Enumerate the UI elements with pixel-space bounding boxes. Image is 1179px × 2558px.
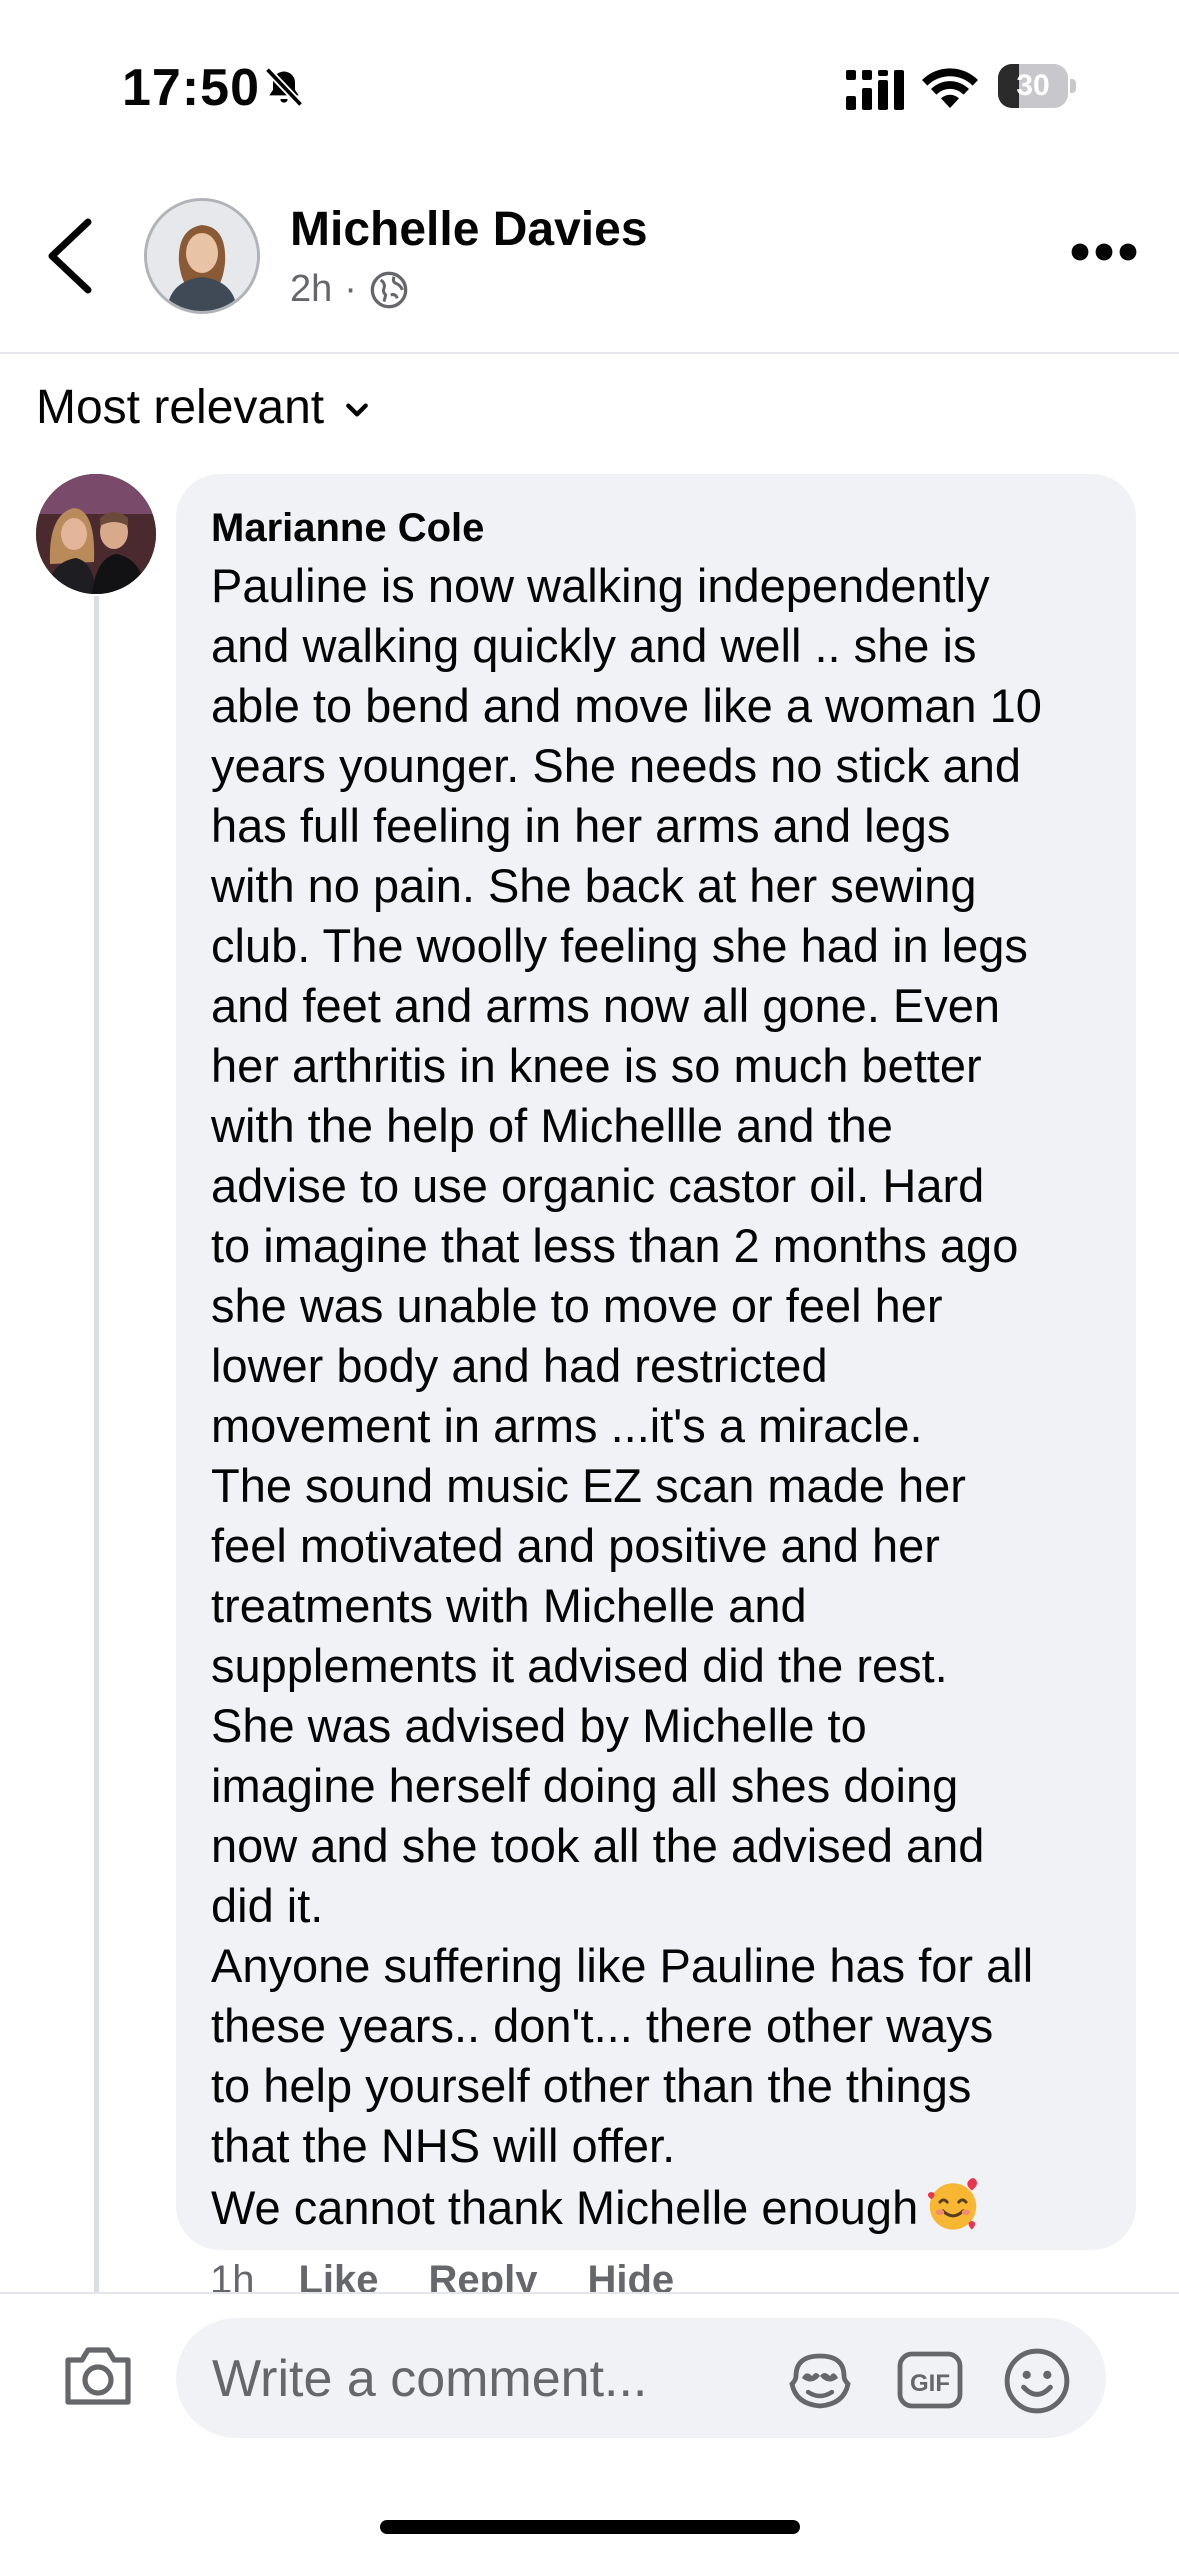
avatar-sticker-icon[interactable] — [784, 2348, 856, 2412]
poster-name[interactable]: Michelle Davies — [290, 202, 648, 257]
comment-input-pill[interactable]: GIF — [176, 2318, 1106, 2440]
status-bar: 17:50 30 — [0, 0, 1179, 170]
thread-line — [94, 596, 99, 2296]
comment-body: Pauline is now walking independently and… — [211, 559, 1042, 2234]
camera-icon[interactable] — [62, 2344, 134, 2408]
reply-button[interactable]: Reply — [429, 2258, 538, 2296]
like-button[interactable]: Like — [299, 2258, 379, 2296]
hide-button[interactable]: Hide — [587, 2258, 674, 2296]
commenter-name[interactable]: Marianne Cole — [211, 500, 1108, 556]
comment-composer: GIF — [0, 2292, 1179, 2558]
battery-icon: 30 — [998, 64, 1078, 108]
chevron-down-icon — [346, 403, 368, 416]
smiling-face-with-hearts-icon — [928, 2178, 978, 2230]
home-indicator — [380, 2520, 800, 2534]
status-time: 17:50 — [122, 59, 260, 117]
meta-separator: · — [344, 268, 357, 310]
comment-text: Pauline is now walking independently and… — [211, 556, 1108, 2238]
battery-level: 30 — [1016, 69, 1050, 102]
signal-icon — [846, 70, 904, 110]
post-header: Michelle Davies 2h · — [0, 170, 1179, 354]
commenter-avatar[interactable] — [36, 474, 156, 594]
gif-icon[interactable]: GIF — [896, 2348, 964, 2412]
post-age[interactable]: 2h — [290, 268, 332, 311]
bell-slash-icon — [264, 67, 304, 108]
more-horizontal-icon[interactable] — [1070, 242, 1138, 262]
comment-actions: 1h Like Reply Hide — [210, 2258, 724, 2296]
chevron-left-icon[interactable] — [44, 218, 94, 294]
sort-dropdown[interactable]: Most relevant — [36, 380, 370, 435]
emoji-icon[interactable] — [1002, 2346, 1072, 2416]
poster-avatar[interactable] — [144, 198, 260, 314]
wifi-icon — [922, 68, 978, 108]
globe-icon — [370, 271, 408, 308]
comment-age[interactable]: 1h — [210, 2258, 255, 2296]
comment-input[interactable] — [210, 2318, 734, 2440]
sort-label: Most relevant — [36, 381, 325, 434]
gif-label: GIF — [910, 2370, 950, 2397]
comment-bubble[interactable]: Marianne Cole Pauline is now walking ind… — [176, 474, 1136, 2250]
post-meta: 2h · — [290, 268, 409, 311]
